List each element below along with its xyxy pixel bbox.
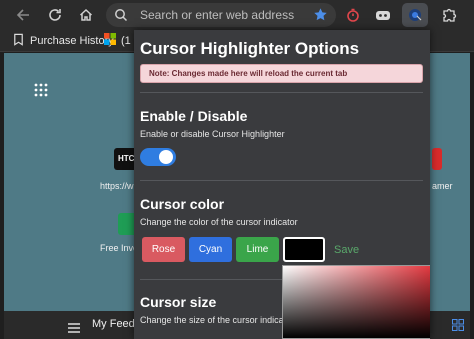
quick-link-caption: https://w <box>100 181 134 191</box>
reload-note: Note: Changes made here will reload the … <box>140 64 423 83</box>
enable-section-description: Enable or disable Cursor Highlighter <box>140 129 285 139</box>
toggle-knob <box>159 150 173 164</box>
enable-section-title: Enable / Disable <box>140 108 248 124</box>
options-popup: Cursor Highlighter Options Note: Changes… <box>134 30 430 339</box>
address-placeholder: Search or enter web address <box>140 8 295 22</box>
enable-toggle[interactable] <box>140 148 176 166</box>
bookmark-microsoft[interactable]: (1 <box>104 33 131 48</box>
bookmark-label: (1 <box>121 34 131 47</box>
color-picker-gradient[interactable] <box>282 265 430 339</box>
divider <box>140 92 423 93</box>
my-feed-label[interactable]: My Feed <box>92 318 135 330</box>
browser-window: Search or enter web address Purchase His… <box>0 0 474 339</box>
bookmark-purchase-history[interactable]: Purchase History <box>12 33 114 49</box>
browser-toolbar: Search or enter web address <box>0 0 474 30</box>
options-title: Cursor Highlighter Options <box>140 39 360 58</box>
layout-grid-icon[interactable] <box>452 318 464 336</box>
apps-grid-icon[interactable] <box>34 83 48 102</box>
bookmark-label: Purchase History <box>30 35 114 47</box>
save-button[interactable]: Save <box>334 244 359 256</box>
bookmark-folder-icon <box>12 33 25 49</box>
extensions-puzzle-icon[interactable] <box>438 4 460 26</box>
cursor-highlighter-extension-icon[interactable] <box>402 3 428 27</box>
refresh-icon[interactable] <box>44 4 66 26</box>
back-icon[interactable] <box>12 4 34 26</box>
search-icon <box>114 8 128 27</box>
rose-color-button[interactable]: Rose <box>142 237 185 262</box>
custom-color-swatch[interactable] <box>283 237 325 262</box>
quick-link-caption: amer <box>432 181 453 191</box>
divider <box>140 180 423 181</box>
timer-extension-icon[interactable] <box>342 4 364 26</box>
size-section-description: Change the size of the cursor indicator <box>140 315 295 325</box>
size-section-title: Cursor size <box>140 294 217 310</box>
color-section-description: Change the color of the cursor indicator <box>140 217 298 227</box>
tile-text: HTC <box>118 154 135 163</box>
quick-link-caption: Free Invo <box>100 243 139 253</box>
cyan-color-button[interactable]: Cyan <box>189 237 232 262</box>
microsoft-logo-icon <box>104 33 116 48</box>
menu-icon[interactable] <box>68 320 80 338</box>
favorite-star-icon[interactable] <box>313 7 328 27</box>
lime-color-button[interactable]: Lime <box>236 237 279 262</box>
address-bar[interactable]: Search or enter web address <box>106 3 336 27</box>
home-icon[interactable] <box>75 4 97 26</box>
quick-link-tile[interactable] <box>432 148 442 170</box>
color-section-title: Cursor color <box>140 196 225 212</box>
gamepad-extension-icon[interactable] <box>372 4 394 26</box>
